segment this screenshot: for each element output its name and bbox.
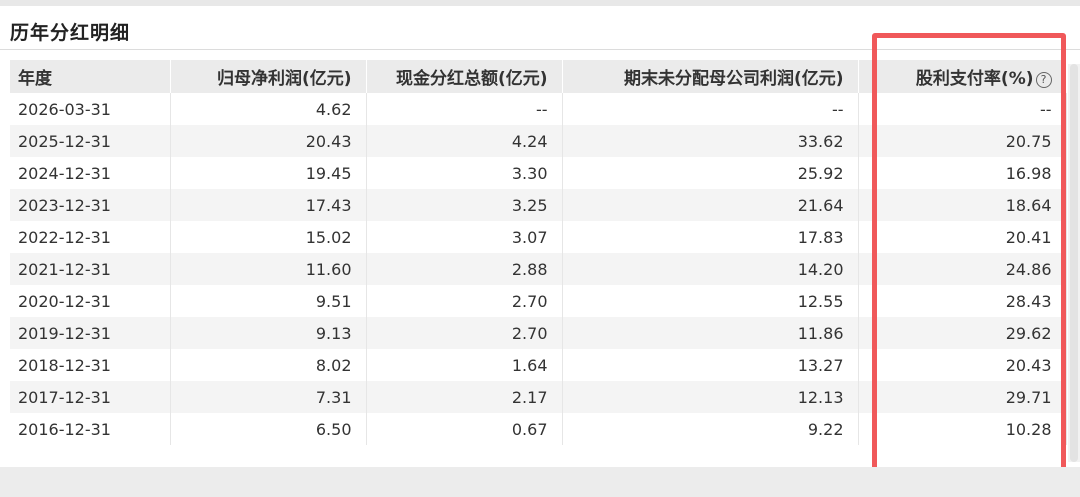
cell-year: 2021-12-31 [10,253,171,285]
cell-retained-profit: 12.13 [562,381,859,413]
cell-year: 2020-12-31 [10,285,171,317]
cell-payout-ratio: 29.62 [858,317,1067,349]
cell-retained-profit: 12.55 [562,285,859,317]
header-cash-dividend: 现金分红总额(亿元) [366,60,563,93]
cell-payout-ratio: -- [858,93,1067,125]
cell-net-profit: 6.50 [170,413,367,445]
cell-retained-profit: -- [562,93,859,125]
cell-year: 2022-12-31 [10,221,171,253]
table-row: 2022-12-31 15.02 3.07 17.83 20.41 [10,221,1067,253]
cell-retained-profit: 21.64 [562,189,859,221]
cell-net-profit: 9.51 [170,285,367,317]
cell-payout-ratio: 24.86 [858,253,1067,285]
cell-year: 2017-12-31 [10,381,171,413]
title-divider [0,49,1080,50]
dividend-history-table: 年度 归母净利润(亿元) 现金分红总额(亿元) 期末未分配母公司利润(亿元) 股… [10,60,1067,445]
cell-cash-dividend: 3.25 [366,189,563,221]
cell-cash-dividend: 2.70 [366,317,563,349]
header-year: 年度 [10,60,171,93]
cell-cash-dividend: -- [366,93,563,125]
cell-cash-dividend: 3.30 [366,157,563,189]
cell-retained-profit: 14.20 [562,253,859,285]
table-header-row: 年度 归母净利润(亿元) 现金分红总额(亿元) 期末未分配母公司利润(亿元) 股… [10,60,1067,93]
cell-cash-dividend: 2.70 [366,285,563,317]
cell-payout-ratio: 20.75 [858,125,1067,157]
table-row: 2025-12-31 20.43 4.24 33.62 20.75 [10,125,1067,157]
cell-cash-dividend: 1.64 [366,349,563,381]
cell-payout-ratio: 29.71 [858,381,1067,413]
table-row: 2018-12-31 8.02 1.64 13.27 20.43 [10,349,1067,381]
cell-year: 2025-12-31 [10,125,171,157]
cell-payout-ratio: 10.28 [858,413,1067,445]
header-payout-ratio-label: 股利支付率(%) [915,69,1034,89]
table-row: 2021-12-31 11.60 2.88 14.20 24.86 [10,253,1067,285]
cell-cash-dividend: 0.67 [366,413,563,445]
cell-payout-ratio: 20.41 [858,221,1067,253]
cell-net-profit: 7.31 [170,381,367,413]
cell-year: 2023-12-31 [10,189,171,221]
cell-net-profit: 17.43 [170,189,367,221]
scrollbar-thumb[interactable] [1070,64,1078,462]
cell-retained-profit: 33.62 [562,125,859,157]
table-row: 2016-12-31 6.50 0.67 9.22 10.28 [10,413,1067,445]
question-circle-icon[interactable]: ? [1035,72,1052,88]
cell-year: 2016-12-31 [10,413,171,445]
cell-net-profit: 9.13 [170,317,367,349]
table-row: 2023-12-31 17.43 3.25 21.64 18.64 [10,189,1067,221]
cell-cash-dividend: 2.17 [366,381,563,413]
cell-cash-dividend: 2.88 [366,253,563,285]
cell-net-profit: 15.02 [170,221,367,253]
section-title: 历年分红明细 [10,22,131,44]
cell-net-profit: 4.62 [170,93,367,125]
cell-retained-profit: 11.86 [562,317,859,349]
cell-retained-profit: 9.22 [562,413,859,445]
table-row: 2026-03-31 4.62 -- -- -- [10,93,1067,125]
cell-net-profit: 20.43 [170,125,367,157]
table-row: 2019-12-31 9.13 2.70 11.86 29.62 [10,317,1067,349]
cell-retained-profit: 13.27 [562,349,859,381]
cell-net-profit: 19.45 [170,157,367,189]
table-row: 2017-12-31 7.31 2.17 12.13 29.71 [10,381,1067,413]
cell-year: 2026-03-31 [10,93,171,125]
cell-cash-dividend: 3.07 [366,221,563,253]
vertical-scrollbar[interactable] [1068,64,1080,462]
cell-retained-profit: 25.92 [562,157,859,189]
cell-payout-ratio: 28.43 [858,285,1067,317]
cell-cash-dividend: 4.24 [366,125,563,157]
cell-net-profit: 8.02 [170,349,367,381]
cell-net-profit: 11.60 [170,253,367,285]
cell-payout-ratio: 16.98 [858,157,1067,189]
cell-payout-ratio: 18.64 [858,189,1067,221]
cell-year: 2019-12-31 [10,317,171,349]
cell-year: 2024-12-31 [10,157,171,189]
header-payout-ratio: 股利支付率(%)? [858,60,1067,93]
table-body: 2026-03-31 4.62 -- -- -- 2025-12-31 20.43 4.24 3… [10,93,1067,445]
table-row: 2024-12-31 19.45 3.30 25.92 16.98 [10,157,1067,189]
bottom-strip [0,467,1080,497]
header-net-profit: 归母净利润(亿元) [170,60,367,93]
header-retained-profit: 期末未分配母公司利润(亿元) [562,60,859,93]
cell-year: 2018-12-31 [10,349,171,381]
table-row: 2020-12-31 9.51 2.70 12.55 28.43 [10,285,1067,317]
cell-payout-ratio: 20.43 [858,349,1067,381]
cell-retained-profit: 17.83 [562,221,859,253]
